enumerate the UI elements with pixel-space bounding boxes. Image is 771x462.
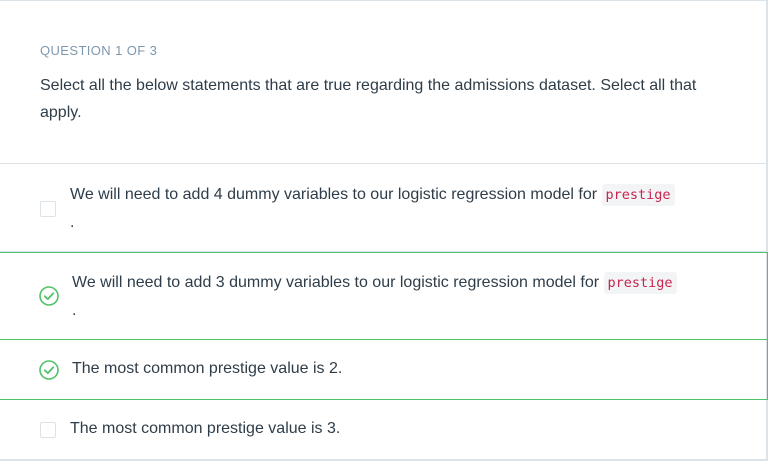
check-circle-icon[interactable] (39, 286, 59, 306)
option-2-suffix: . (72, 302, 77, 319)
check-circle-icon[interactable] (39, 360, 59, 380)
option-1-checkbox[interactable] (40, 201, 56, 217)
option-4[interactable]: The most common prestige value is 3. (0, 400, 768, 460)
option-1[interactable]: We will need to add 4 dummy variables to… (0, 164, 768, 252)
option-4-label: The most common prestige value is 3. (70, 420, 341, 437)
option-1-label: We will need to add 4 dummy variables to… (70, 181, 760, 236)
quiz-card: QUESTION 1 OF 3 Select all the below sta… (0, 0, 768, 461)
question-prompt: Select all the below statements that are… (40, 77, 697, 121)
option-1-code: prestige (601, 184, 675, 206)
question-header: QUESTION 1 OF 3 Select all the below sta… (0, 1, 766, 164)
option-3-label: The most common prestige value is 2. (72, 360, 343, 377)
option-2-text: We will need to add 3 dummy variables to… (72, 274, 604, 291)
option-2-label: We will need to add 3 dummy variables to… (72, 269, 762, 324)
option-2-code: prestige (603, 272, 677, 294)
question-number: QUESTION 1 OF 3 (40, 43, 158, 58)
option-4-checkbox[interactable] (40, 422, 56, 438)
option-1-text: We will need to add 4 dummy variables to… (70, 186, 602, 203)
option-1-suffix: . (70, 214, 75, 231)
option-2[interactable]: We will need to add 3 dummy variables to… (0, 252, 768, 340)
option-3[interactable]: The most common prestige value is 2. (0, 339, 768, 400)
